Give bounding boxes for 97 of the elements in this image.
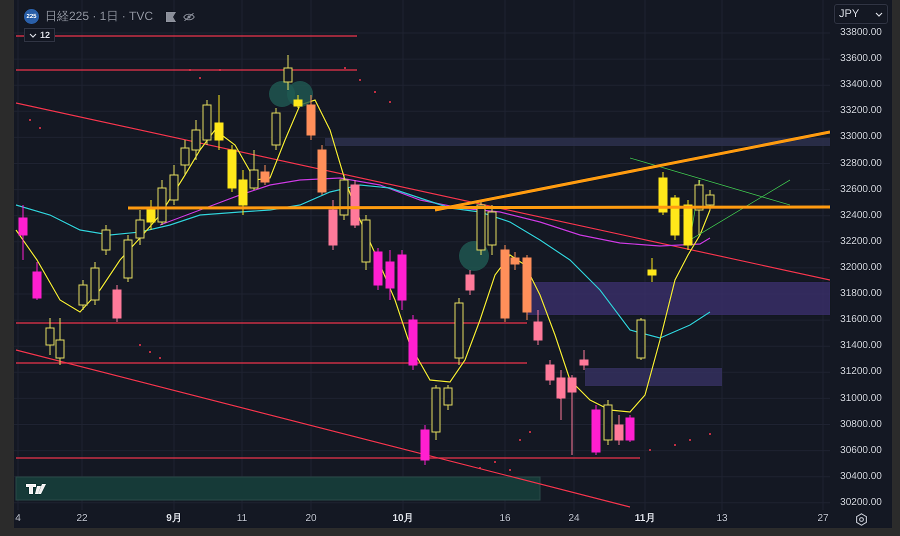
candlestick	[706, 190, 714, 210]
logo-icon	[26, 484, 46, 494]
date-label: 22	[76, 512, 88, 526]
date-label: 13	[716, 512, 728, 526]
candlestick	[694, 180, 704, 236]
chevron-down-icon	[29, 32, 37, 38]
candlestick	[294, 94, 302, 108]
candlestick	[170, 164, 178, 206]
candlestick	[90, 262, 100, 306]
candlestick	[444, 384, 452, 410]
candlestick	[432, 384, 440, 440]
candlestick	[214, 94, 224, 150]
candlestick	[18, 204, 28, 260]
candlestick	[46, 318, 54, 356]
candlestick	[318, 144, 326, 196]
candlestick	[408, 314, 418, 370]
price-label: 33200.00	[840, 104, 882, 118]
candlestick	[658, 172, 668, 216]
candlestick	[386, 250, 394, 300]
candlestick	[476, 200, 486, 256]
price-label: 31200.00	[840, 365, 882, 380]
candlestick	[78, 280, 88, 310]
candlestick	[466, 270, 474, 296]
candlestick	[228, 144, 236, 192]
candlestick	[454, 298, 464, 366]
candlestick	[420, 424, 430, 466]
candlestick	[102, 224, 110, 256]
candlestick	[32, 262, 42, 300]
candlestick	[374, 248, 382, 290]
candlestick	[670, 194, 680, 240]
indicators-toggle[interactable]: 12	[24, 28, 56, 42]
candlestick	[648, 258, 656, 282]
date-label: 11	[236, 512, 248, 526]
candlestick	[328, 200, 338, 250]
candlestick	[350, 180, 360, 228]
price-label: 31400.00	[840, 339, 882, 354]
candlestick	[340, 174, 348, 220]
candlestick	[158, 180, 166, 226]
candlestick	[580, 350, 588, 370]
hidden-eye-icon[interactable]	[183, 10, 196, 22]
settings-icon[interactable]	[854, 512, 868, 526]
candlestick	[260, 164, 270, 186]
price-label: 33400.00	[840, 78, 882, 92]
price-label: 32800.00	[840, 156, 882, 171]
candlestick	[626, 414, 634, 442]
date-label: 11月	[634, 512, 656, 526]
price-label: 30200.00	[840, 496, 882, 510]
price-label: 32400.00	[840, 208, 882, 223]
candlestick	[556, 370, 566, 420]
chart-title: 日経225 · 1日 · TVC	[45, 8, 154, 25]
candlestick	[306, 94, 316, 140]
candlestick	[56, 318, 64, 366]
price-label: 32600.00	[840, 182, 882, 197]
date-label: 10月	[392, 512, 414, 526]
price-label: 30800.00	[840, 418, 882, 432]
candlestick	[684, 200, 692, 250]
candlestick	[238, 170, 248, 216]
candlestick	[592, 404, 600, 456]
price-label: 31000.00	[840, 392, 882, 406]
candlestick	[398, 250, 406, 310]
candlestick	[488, 204, 496, 256]
candlestick	[636, 318, 646, 360]
candlestick	[250, 150, 258, 190]
date-label: 24	[568, 512, 580, 526]
candlestick	[534, 310, 542, 346]
candlestick	[112, 284, 122, 322]
circle-marker	[459, 241, 489, 271]
candlestick	[180, 140, 190, 176]
date-label: 16	[499, 512, 511, 526]
price-label: 33800.00	[840, 26, 882, 40]
candlestick	[522, 254, 532, 320]
candlestick	[272, 108, 280, 150]
price-label: 32000.00	[840, 260, 882, 275]
chevron-down-icon	[875, 12, 883, 16]
date-label: 9月	[166, 512, 182, 526]
candlestick	[604, 400, 612, 446]
candlestick	[614, 414, 624, 446]
flag-icon[interactable]	[165, 10, 178, 22]
date-label: 27	[817, 512, 829, 526]
date-label: 20	[305, 512, 317, 526]
candlestick	[146, 200, 156, 230]
candlestick	[546, 360, 554, 386]
candlestick	[124, 234, 132, 282]
candlestick	[202, 100, 212, 146]
price-label: 31800.00	[840, 287, 882, 302]
price-label: 30400.00	[840, 470, 882, 484]
price-label: 31600.00	[840, 313, 882, 328]
price-label: 33600.00	[840, 52, 882, 66]
currency-dropdown[interactable]: JPY	[834, 4, 888, 24]
candlestick	[284, 54, 292, 90]
candlestick	[192, 120, 200, 160]
candlestick	[136, 210, 144, 246]
price-label: 32200.00	[840, 234, 882, 249]
price-label: 30600.00	[840, 444, 882, 458]
date-label: 4	[15, 512, 21, 526]
price-label: 33000.00	[840, 130, 882, 144]
candlestick	[362, 214, 370, 270]
